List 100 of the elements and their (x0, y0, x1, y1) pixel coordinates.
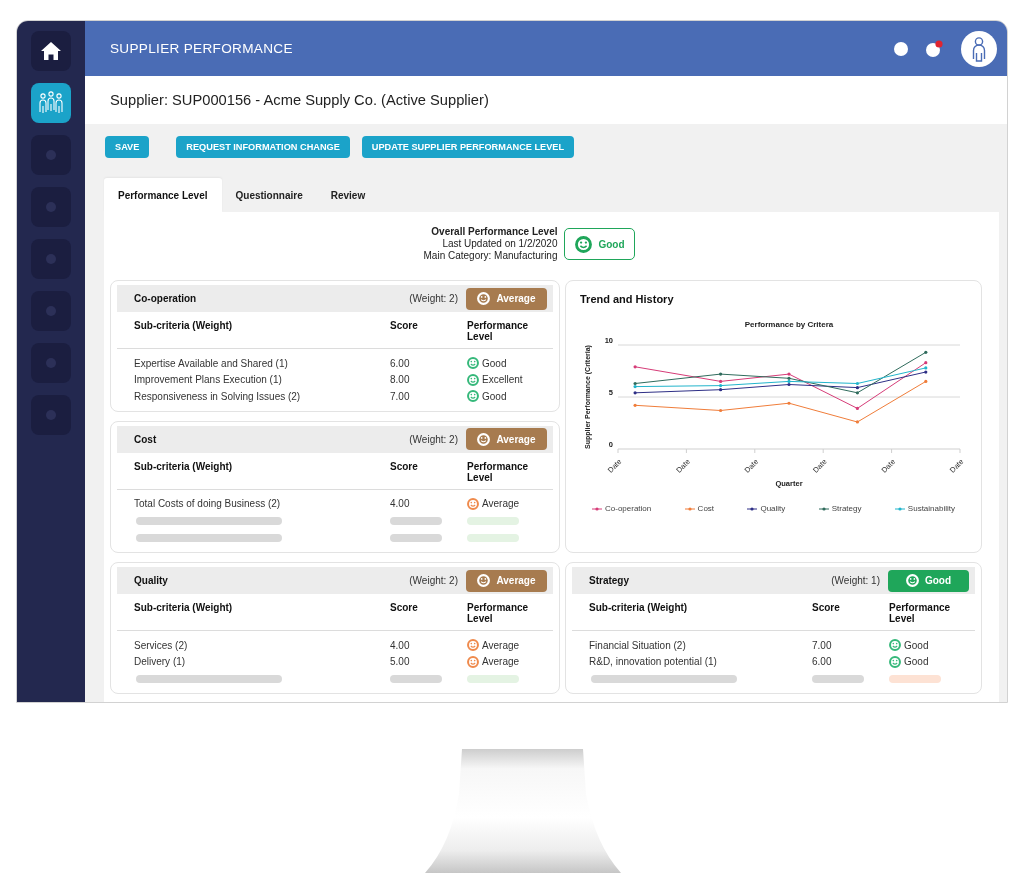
dot-icon (46, 254, 56, 264)
rating-text: Good (598, 238, 625, 250)
card-title: Co-operation (134, 293, 198, 304)
column-header: Sub-criteria (Weight) (589, 602, 689, 613)
score-value: 5.00 (390, 656, 411, 668)
card-title: Trend and History (580, 293, 675, 305)
data-point (787, 401, 791, 405)
chart-title: Performance by Critera (744, 320, 834, 329)
rating-text: Good (924, 575, 952, 586)
notification-icon[interactable] (926, 40, 943, 57)
legend-marker-icon (818, 506, 829, 511)
legend-label: Quality (760, 504, 786, 513)
legend-marker-icon (684, 506, 695, 511)
legend-label: Co-operation (605, 504, 652, 513)
card-title: Quality (134, 575, 169, 586)
criterion-name: Delivery (1) (134, 656, 187, 668)
nav-tile[interactable] (31, 395, 71, 435)
rating-text: Good (482, 390, 507, 402)
score-value: 7.00 (812, 639, 833, 651)
nav-tile[interactable] (31, 135, 71, 175)
data-point (855, 420, 859, 424)
placeholder-bar (390, 516, 442, 525)
smiley-icon (477, 292, 491, 305)
column-header: Performance Level (889, 602, 952, 624)
dot-icon (46, 202, 56, 212)
column-header: Score (812, 602, 841, 613)
category-text: Main Category: Manufacturing (423, 250, 558, 262)
user-avatar-icon[interactable] (961, 30, 997, 67)
rating-text: Good (904, 656, 929, 668)
circle-icon[interactable] (894, 41, 908, 56)
people-icon (38, 91, 64, 115)
column-header: Performance Level (467, 460, 530, 483)
data-point (924, 379, 928, 383)
criterion-name: Financial Situation (2) (589, 639, 687, 651)
score-value: 4.00 (390, 639, 411, 651)
dot-icon (46, 306, 56, 316)
tab[interactable]: Performance Level (104, 178, 222, 212)
legend-marker-icon (592, 506, 602, 511)
legend-marker-icon (747, 506, 758, 511)
nav-tile[interactable] (31, 291, 71, 331)
score-value: 4.00 (390, 498, 411, 510)
smiley-icon (575, 235, 593, 253)
nav-tile[interactable] (31, 31, 71, 71)
placeholder-bar (390, 533, 442, 542)
column-header: Score (390, 460, 419, 472)
tab[interactable]: Review (316, 178, 380, 212)
column-header: Score (390, 602, 419, 613)
score-value: 7.00 (390, 390, 411, 402)
weight-label: (Weight: 1) (831, 575, 880, 586)
updated-text: Last Updated on 1/2/2020 (442, 238, 558, 250)
criterion-name: Expertise Available and Shared (1) (134, 357, 289, 369)
legend-label: Sustainability (907, 504, 955, 513)
rating-text: Good (904, 639, 929, 651)
data-point (924, 350, 928, 354)
criterion-name: Improvement Plans Execution (1) (134, 374, 283, 386)
data-point (855, 406, 859, 411)
data-point (633, 403, 637, 407)
dot-icon (46, 410, 56, 420)
weight-label: (Weight: 2) (409, 575, 458, 586)
score-value: 6.00 (390, 357, 411, 369)
column-header: Sub-criteria (Weight) (134, 320, 234, 331)
column-header: Sub-criteria (Weight) (134, 602, 234, 613)
placeholder-bar (812, 674, 864, 683)
data-point (719, 372, 723, 376)
rating-text: Average (482, 656, 520, 668)
rating-text: Good (482, 357, 507, 369)
supplier-title: Supplier: SUP000156 - Acme Supply Co. (Active Supplier) (110, 92, 489, 108)
tab[interactable]: Questionnaire (221, 178, 317, 212)
data-point (633, 365, 637, 369)
data-point (633, 391, 637, 395)
nav-tile[interactable] (31, 187, 71, 227)
column-header: Performance Level (467, 602, 530, 624)
weight-label: (Weight: 2) (409, 293, 458, 304)
dot-icon (46, 150, 56, 160)
rating-text: Average (482, 498, 520, 510)
column-header: Sub-criteria (Weight) (134, 460, 234, 472)
card-title: Cost (134, 433, 158, 445)
nav-tile[interactable] (31, 343, 71, 383)
card-title: Strategy (589, 575, 630, 586)
nav-tile[interactable] (31, 83, 71, 123)
rating-text: Excellent (482, 374, 523, 386)
legend-label: Cost (697, 504, 715, 513)
dot-icon (46, 358, 56, 368)
score-value: 6.00 (812, 656, 833, 668)
criterion-name: Total Costs of doing Business (2) (134, 498, 282, 510)
overall-title: Overall Performance Level (431, 226, 558, 238)
criterion-name: R&D, innovation potential (1) (589, 656, 718, 668)
column-header: Score (390, 320, 419, 331)
home-icon (41, 42, 61, 60)
smiley-icon (477, 574, 491, 587)
nav-tile[interactable] (31, 239, 71, 279)
rating-text: Average (496, 575, 536, 586)
score-value: 8.00 (390, 374, 411, 386)
column-header: Performance Level (467, 320, 530, 342)
rating-text: Average (496, 293, 536, 304)
rating-text: Average (496, 433, 536, 445)
rating-text: Average (482, 639, 520, 651)
data-point (719, 408, 723, 413)
smiley-icon (905, 574, 919, 587)
legend-marker-icon (894, 506, 905, 511)
